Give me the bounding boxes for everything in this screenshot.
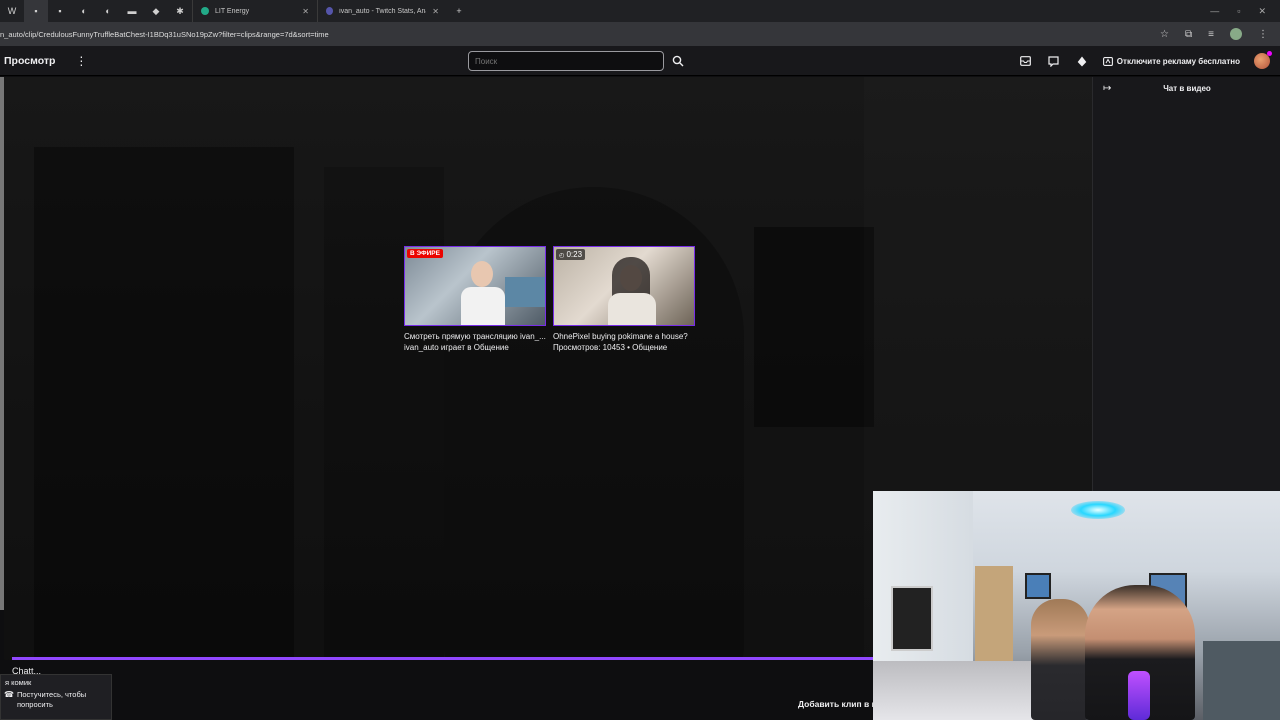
chat-title: Чат в видео (1163, 84, 1211, 93)
thumb-face-shape (471, 261, 493, 287)
extensions-icon[interactable]: ⧉ (1185, 29, 1192, 40)
tab-lit-energy[interactable]: LIT Energy ✕ (192, 0, 317, 22)
tab-puzzle-icon[interactable]: ✱ (168, 0, 192, 22)
new-tab-plus-icon[interactable]: + (447, 0, 471, 22)
add-clip-button[interactable]: Добавить клип в и (798, 699, 877, 709)
recommendation-card[interactable]: ◴ 0:23 OhnePixel buying pokimane a house… (553, 246, 698, 352)
notification-dot-icon (1267, 51, 1272, 56)
recommendation-thumbnail[interactable]: В ЭФИРЕ (404, 246, 546, 326)
search-input[interactable] (468, 51, 664, 71)
ad-free-icon (1102, 56, 1113, 66)
close-icon[interactable]: ✕ (432, 7, 439, 16)
media-controls-icon[interactable]: ≡ (1208, 29, 1214, 40)
search-icon (672, 55, 684, 67)
tab-label: LIT Energy (215, 7, 250, 15)
live-badge: В ЭФИРЕ (407, 249, 443, 258)
ad-free-label: Отключите рекламу бесплатно (1116, 56, 1240, 66)
thumb-body-shape (461, 287, 505, 325)
toast-body: ☎ Постучитесь, чтобы попросить (1, 690, 111, 710)
bits-icon[interactable] (1075, 54, 1089, 68)
recommendation-title[interactable]: OhnePixel buying pokimane a house? (553, 332, 699, 341)
stats-favicon-icon (326, 7, 334, 15)
clip-duration-badge: ◴ 0:23 (556, 249, 586, 260)
recommendation-subtitle[interactable]: ivan_auto играет в Общение (404, 343, 549, 352)
tab-label: ivan_auto - Twitch Stats, Analyt (339, 7, 426, 15)
maximize-icon[interactable]: ▫ (1237, 6, 1240, 17)
tab-twitch-icon-2[interactable]: ▪ (48, 0, 72, 22)
tab-window-icon[interactable]: ▬ (120, 0, 144, 22)
webcam-microphone (1128, 671, 1150, 720)
browser-tab-bar: W ▪ ▪ ◐ ◐ ▬ ◆ ✱ LIT Energy ✕ ivan_auto -… (0, 0, 1280, 22)
thumb-body-shape (608, 293, 656, 325)
tab-twitch-icon[interactable]: ▪ (24, 0, 48, 22)
profile-avatar-icon[interactable] (1230, 28, 1242, 40)
address-bar: n_auto/clip/CredulousFunnyTruffleBatChes… (0, 22, 1280, 46)
knock-icon: ☎ (4, 690, 14, 699)
close-window-icon[interactable]: ✕ (1258, 6, 1266, 17)
inbox-icon[interactable] (1019, 54, 1033, 68)
address-bar-icons: ☆ ⧉ ≡ ⋮ (1160, 28, 1280, 40)
tab-diamond-icon[interactable]: ◆ (144, 0, 168, 22)
knock-toast[interactable]: я комик ☎ Постучитесь, чтобы попросить (0, 674, 112, 720)
twitch-top-nav: Просмотр ⋮ Отключите рекламу бесплатно (0, 46, 1280, 76)
url-field[interactable]: n_auto/clip/CredulousFunnyTruffleBatChes… (0, 30, 329, 39)
nav-right-actions: Отключите рекламу бесплатно (1019, 46, 1272, 76)
webcam-door (975, 566, 1013, 666)
recommendation-thumbnail[interactable]: ◴ 0:23 (553, 246, 695, 326)
browser-menu-dots-icon[interactable]: ⋮ (1258, 29, 1268, 40)
webcam-person-left (1031, 599, 1089, 720)
webcam-oven (891, 586, 933, 651)
window-controls: — ▫ ✕ (1210, 6, 1280, 17)
whispers-icon[interactable] (1047, 54, 1061, 68)
search-button[interactable] (668, 51, 688, 71)
bookmark-star-icon[interactable]: ☆ (1160, 29, 1169, 40)
chat-panel: ↦ Чат в видео (1092, 77, 1280, 491)
search-bar (468, 51, 688, 71)
tab-ivan-auto-stats[interactable]: ivan_auto - Twitch Stats, Analyt ✕ (317, 0, 447, 22)
webcam-ceiling-lamp (1071, 501, 1125, 519)
webcam-wall-picture (1025, 573, 1051, 599)
progress-bar[interactable] (12, 657, 874, 660)
recommendation-subtitle[interactable]: Просмотров: 10453 • Общение (553, 343, 698, 352)
clip-icon: ◴ (559, 253, 565, 259)
webcam-sofa (1203, 641, 1280, 720)
tab-globe-icon-2[interactable]: ◐ (96, 0, 120, 22)
toast-heading: я комик (5, 678, 32, 687)
more-menu-icon[interactable]: ⋮ (75, 54, 87, 68)
recommendation-cards: В ЭФИРЕ Смотреть прямую трансляцию ivan_… (398, 246, 698, 352)
webcam-floor (873, 661, 1053, 720)
ad-free-button[interactable]: Отключите рекламу бесплатно (1102, 56, 1240, 66)
toast-body-text: Постучитесь, чтобы попросить (17, 690, 87, 709)
tab-globe-icon[interactable]: ◐ (72, 0, 96, 22)
clip-duration: 0:23 (566, 250, 583, 259)
recommendation-title[interactable]: Смотреть прямую трансляцию ivan_... (404, 332, 550, 341)
webcam-overlay (873, 491, 1280, 720)
recommendation-card[interactable]: В ЭФИРЕ Смотреть прямую трансляцию ivan_… (404, 246, 549, 352)
close-icon[interactable]: ✕ (302, 7, 309, 16)
lit-energy-favicon-icon (201, 7, 209, 15)
thumb-screen-shape (505, 277, 545, 307)
browse-link[interactable]: Просмотр (0, 55, 55, 67)
user-avatar[interactable] (1254, 51, 1272, 69)
minimize-icon[interactable]: — (1210, 6, 1219, 17)
browser-menu-icon[interactable]: W (0, 0, 24, 22)
